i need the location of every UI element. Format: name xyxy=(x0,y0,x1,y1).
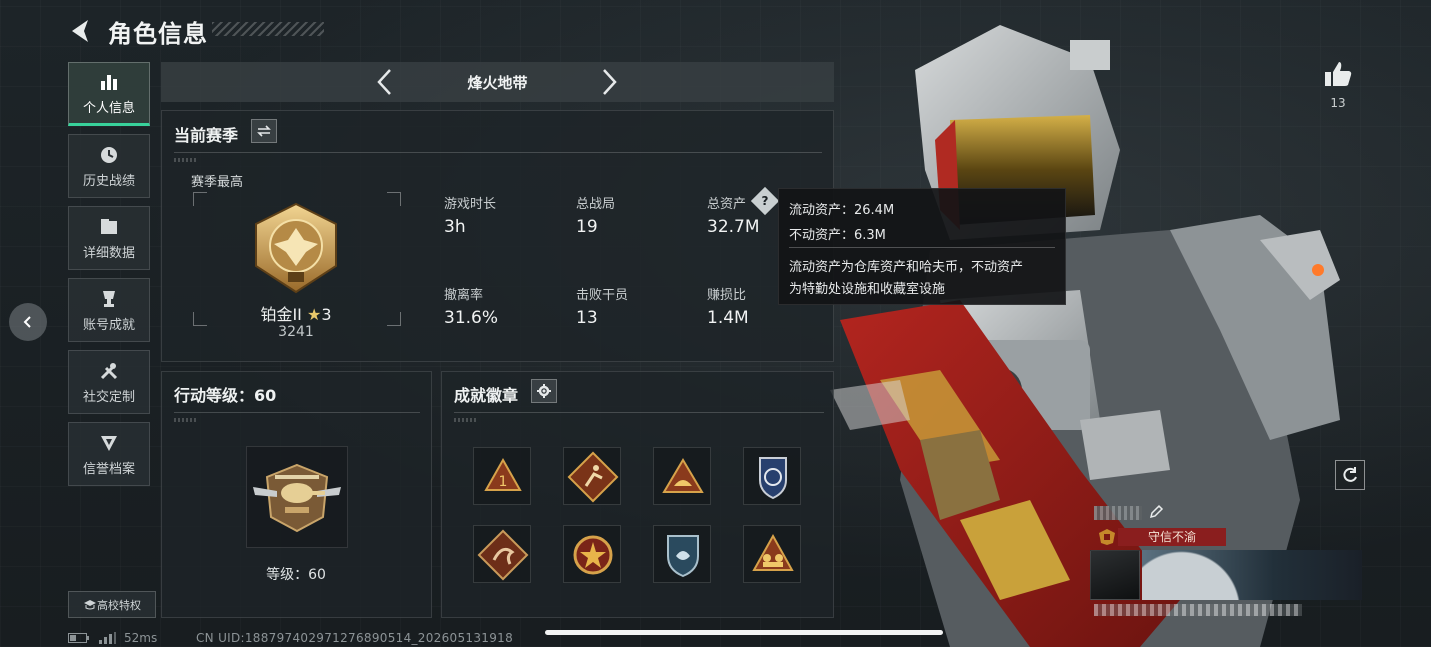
sidebar: 个人信息 历史战绩 详细数据 账号成就 社交定制 信誉档案 xyxy=(68,62,150,494)
stat-value: 32.7M xyxy=(707,217,760,237)
level-badge xyxy=(246,446,348,548)
season-title: 当前赛季 xyxy=(174,126,239,145)
tooltip-description-line1: 流动资产为仓库资产和哈夫币，不动资产 xyxy=(789,260,1024,275)
tools-icon xyxy=(100,362,118,379)
divider-decoration xyxy=(174,158,196,162)
sidebar-item-history[interactable]: 历史战绩 xyxy=(68,134,150,198)
campus-privilege-label: 高校特权 xyxy=(97,598,141,612)
ping-value: 52ms xyxy=(124,631,158,645)
asset-tooltip: 流动资产：26.4M 不动资产：6.3M 流动资产为仓库资产和哈夫币，不动资产 … xyxy=(778,188,1066,305)
refresh-icon xyxy=(1343,467,1357,482)
sidebar-item-social[interactable]: 社交定制 xyxy=(68,350,150,414)
stat-value: 31.6% xyxy=(444,308,499,328)
player-name-redacted xyxy=(1094,506,1142,520)
sidebar-item-detailed-data[interactable]: 详细数据 xyxy=(68,206,150,270)
medal-shield-icon[interactable] xyxy=(653,525,711,583)
stat-label: 游戏时长 xyxy=(444,197,497,212)
medal-runner-icon[interactable] xyxy=(563,447,621,505)
sidebar-item-label: 详细数据 xyxy=(82,245,135,261)
rank-tier: 铂金II xyxy=(260,305,302,324)
help-icon[interactable]: ? xyxy=(750,186,780,216)
mode-selector: 烽火地带 xyxy=(161,62,834,102)
season-best-label: 赛季最高 xyxy=(191,175,244,190)
star-icon: ★ xyxy=(307,305,322,324)
uid-text: CN UID:1887974029712768905​14_2026051319… xyxy=(196,631,514,645)
player-card: 守信不渝 xyxy=(1088,500,1364,618)
edit-pencil-icon[interactable] xyxy=(1148,504,1164,520)
stat-value: 1.4M xyxy=(707,308,749,328)
medal-squad-icon[interactable] xyxy=(743,525,801,583)
home-indicator[interactable] xyxy=(545,630,943,635)
medal-rank-1-icon[interactable]: 1 xyxy=(473,447,531,505)
shield-icon xyxy=(101,435,117,451)
sidebar-item-personal-info[interactable]: 个人信息 xyxy=(68,62,150,126)
avatar[interactable] xyxy=(1090,550,1140,600)
badge-settings-button[interactable] xyxy=(531,379,557,403)
trophy-icon xyxy=(103,290,115,307)
medal-star-icon[interactable] xyxy=(563,525,621,583)
player-info-redacted xyxy=(1094,604,1302,616)
title-decoration xyxy=(212,22,324,36)
stat-value: 3h xyxy=(444,217,466,237)
stat-label: 击败干员 xyxy=(576,288,629,303)
stat-value: 13 xyxy=(576,308,598,328)
rank-stars: 3 xyxy=(321,305,332,324)
battery-icon xyxy=(68,633,89,643)
back-arrow-icon[interactable] xyxy=(66,16,96,46)
divider-decoration xyxy=(454,418,476,422)
signal-icon xyxy=(99,632,116,644)
svg-text:1: 1 xyxy=(499,474,508,490)
sidebar-item-label: 社交定制 xyxy=(82,389,135,405)
sidebar-item-label: 账号成就 xyxy=(82,317,135,333)
tooltip-description-line2: 为特勤处设施和收藏室设施 xyxy=(789,282,946,297)
tooltip-liquid-assets: 流动资产：26.4M xyxy=(789,203,895,218)
level-text: 等级：60 xyxy=(266,567,326,583)
sidebar-item-label: 信誉档案 xyxy=(82,461,135,477)
stat-label: 赚损比 xyxy=(707,288,747,303)
achievements-title: 成就徽章 xyxy=(454,386,519,405)
profile-banner xyxy=(1142,550,1362,600)
tooltip-fixed-assets: 不动资产：6.3M xyxy=(789,228,886,243)
rotate-model-button[interactable] xyxy=(1335,460,1365,490)
switch-season-button[interactable] xyxy=(251,119,277,143)
sidebar-item-label: 个人信息 xyxy=(82,100,135,116)
medal-dragon-icon[interactable] xyxy=(473,525,531,583)
title-emblem-icon xyxy=(1099,529,1115,545)
rank-score: 3241 xyxy=(278,324,314,340)
status-bar: 52ms xyxy=(68,630,157,646)
divider xyxy=(174,412,420,413)
clock-icon xyxy=(101,146,117,163)
collapse-arrow-button[interactable] xyxy=(9,303,47,341)
medal-police-icon[interactable] xyxy=(743,447,801,505)
bar-chart-icon xyxy=(101,74,117,90)
sidebar-item-credit[interactable]: 信誉档案 xyxy=(68,422,150,486)
action-level-title: 行动等级：60 xyxy=(174,386,277,405)
stat-value: 19 xyxy=(576,217,598,237)
tooltip-divider xyxy=(789,247,1055,248)
divider xyxy=(174,152,822,153)
mode-title: 烽火地带 xyxy=(467,74,528,92)
medal-sunrise-icon[interactable] xyxy=(653,447,711,505)
rank-name: 铂金II ★3 xyxy=(200,301,392,325)
player-title-tag: 守信不渝 xyxy=(1118,528,1226,546)
sidebar-item-achievements[interactable]: 账号成就 xyxy=(68,278,150,342)
divider-decoration xyxy=(174,418,196,422)
helicopter-emblem-icon xyxy=(253,463,341,533)
divider xyxy=(454,412,824,413)
stat-label: 总战局 xyxy=(576,197,616,212)
stat-label: 总资产 xyxy=(707,197,747,212)
page-title: 角色信息 xyxy=(108,20,208,48)
graduation-cap-icon xyxy=(84,599,96,609)
stat-label: 撤离率 xyxy=(444,288,484,303)
sidebar-item-label: 历史战绩 xyxy=(82,173,135,189)
campus-privilege-button[interactable]: 高校特权 xyxy=(68,591,156,618)
thumbs-up-icon[interactable] xyxy=(1322,58,1354,90)
gear-icon xyxy=(537,384,551,398)
platinum-rank-badge-icon xyxy=(255,202,337,294)
folder-icon xyxy=(101,218,117,234)
like-count: 13 xyxy=(1330,96,1346,110)
chevron-right-icon[interactable] xyxy=(593,67,623,97)
swap-icon xyxy=(257,125,271,137)
chevron-left-icon xyxy=(23,316,31,328)
